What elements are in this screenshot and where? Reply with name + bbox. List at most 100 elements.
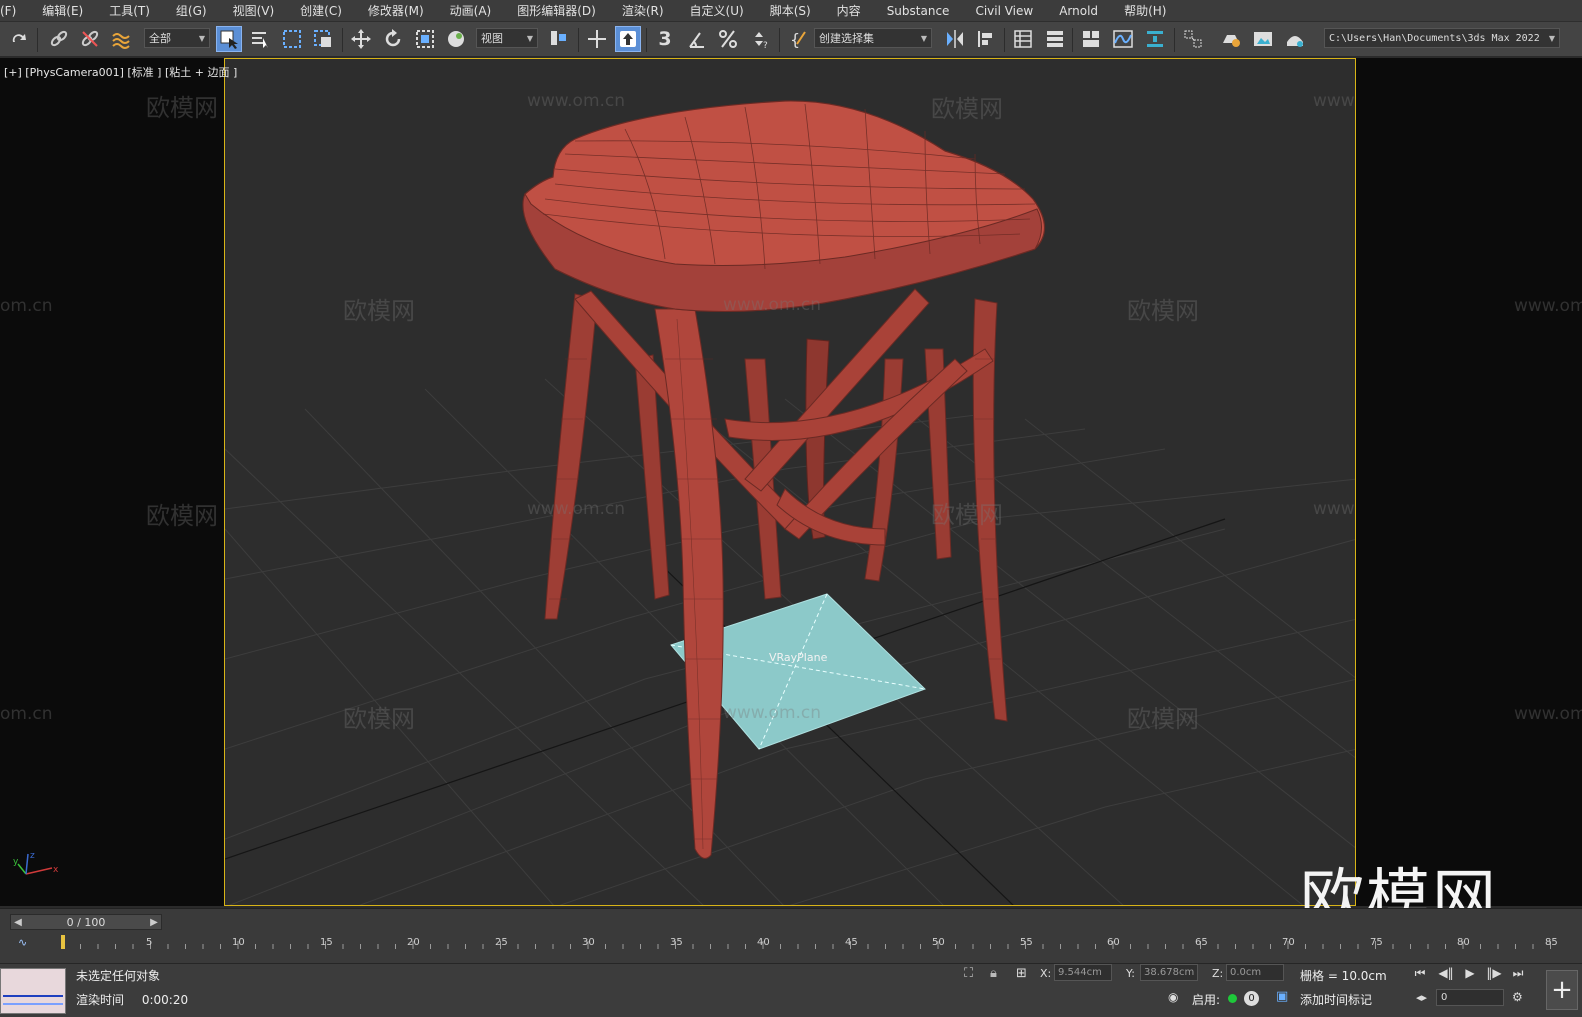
unlink-icon[interactable] xyxy=(77,26,103,52)
x-coordinate-field[interactable]: 9.544cm xyxy=(1054,964,1112,981)
menu-tools[interactable]: 工具(T) xyxy=(96,2,163,19)
window-crossing-icon[interactable] xyxy=(310,26,336,52)
play-icon[interactable]: ▶ xyxy=(1460,964,1480,982)
previous-frame-icon[interactable]: ◀︎︎‖ xyxy=(1436,964,1456,982)
toolbar-separator xyxy=(37,28,38,52)
enable-status-indicator xyxy=(1228,994,1237,1003)
select-object-icon[interactable] xyxy=(216,26,242,52)
main-toolbar: 全部 ▼ 视图 ▼ 3 ? { 创建选择集 ▼ C:\Users\Han\Doc… xyxy=(0,21,1582,57)
time-configuration-icon[interactable]: ⚙ xyxy=(1512,990,1523,1004)
named-selection-dropdown[interactable]: 创建选择集 ▼ xyxy=(814,28,932,48)
menu-create[interactable]: 创建(C) xyxy=(287,2,355,19)
bind-space-warp-icon[interactable] xyxy=(108,26,134,52)
chevron-left-icon[interactable]: ◀ xyxy=(11,917,25,928)
track-bar-ticks xyxy=(62,941,1551,949)
isolate-selection-icon[interactable]: ⛶ xyxy=(964,966,973,981)
tick-label: 20 xyxy=(407,937,420,948)
move-icon[interactable] xyxy=(348,26,374,52)
menu-help[interactable]: 帮助(H) xyxy=(1111,2,1179,19)
menu-arnold[interactable]: Arnold xyxy=(1046,4,1111,18)
tick-label: 55 xyxy=(1020,937,1033,948)
listener-line xyxy=(3,995,63,997)
project-folder-dropdown[interactable]: C:\Users\Han\Documents\3ds Max 2022 ▼ xyxy=(1324,28,1560,48)
go-to-start-icon[interactable]: ⏮ xyxy=(1410,964,1430,982)
menu-civil-view[interactable]: Civil View xyxy=(962,4,1046,18)
status-message: 未选定任何对象 xyxy=(76,969,161,983)
percent-snap-icon[interactable] xyxy=(715,26,741,52)
placement-icon[interactable] xyxy=(443,26,469,52)
enable-count-badge[interactable]: 0 xyxy=(1244,991,1259,1006)
current-frame-field[interactable]: 0 xyxy=(1436,989,1504,1006)
curve-editor-icon[interactable] xyxy=(1110,26,1136,52)
absolute-mode-icon[interactable]: ⊞ xyxy=(1016,966,1027,981)
toolbar-separator xyxy=(1174,28,1175,52)
menu-graph-editors[interactable]: 图形编辑器(D) xyxy=(504,2,609,19)
menu-views[interactable]: 视图(V) xyxy=(220,2,288,19)
time-marker[interactable] xyxy=(61,935,65,949)
link-icon[interactable] xyxy=(46,26,72,52)
chevron-right-icon[interactable]: ▶ xyxy=(147,917,161,928)
redo-icon[interactable] xyxy=(6,26,32,52)
time-slider[interactable]: ◀ 0 / 100 ▶ xyxy=(10,914,162,930)
align-icon[interactable] xyxy=(973,26,999,52)
edit-named-selection-icon[interactable]: { xyxy=(785,26,811,52)
menu-scripting[interactable]: 脚本(S) xyxy=(757,2,824,19)
adaptive-degradation-icon[interactable]: ◉ xyxy=(1168,990,1178,1004)
render-time-label: 渲染时间 xyxy=(76,993,125,1007)
menu-edit[interactable]: 编辑(E) xyxy=(29,2,96,19)
rendered-frame-window-icon[interactable] xyxy=(1250,26,1276,52)
menu-substance[interactable]: Substance xyxy=(874,4,963,18)
render-setup-icon[interactable] xyxy=(1218,26,1244,52)
menu-modifiers[interactable]: 修改器(M) xyxy=(355,2,437,19)
scale-icon[interactable] xyxy=(412,26,438,52)
snaps-toggle-number: 3 xyxy=(658,28,672,50)
render-production-icon[interactable] xyxy=(1282,26,1308,52)
maxscript-mini-listener[interactable] xyxy=(0,968,66,1014)
y-coordinate-field[interactable]: 38.678cm xyxy=(1140,964,1198,981)
tick-label: 30 xyxy=(582,937,595,948)
menu-content[interactable]: 内容 xyxy=(824,2,874,19)
select-manipulate-icon[interactable] xyxy=(584,26,610,52)
left-viewport-shade xyxy=(0,58,224,906)
reference-coord-dropdown[interactable]: 视图 ▼ xyxy=(476,28,538,48)
next-frame-icon[interactable]: ‖▶︎ xyxy=(1484,964,1504,982)
go-to-end-icon[interactable]: ⏭ xyxy=(1508,964,1528,982)
stool-model[interactable] xyxy=(522,100,1046,859)
viewport-label-menu[interactable]: [+] [PhysCamera001] [标准 ] [粘土 + 边面 ] xyxy=(4,64,237,80)
scene-explorer-icon[interactable] xyxy=(1010,26,1036,52)
menu-rendering[interactable]: 渲染(R) xyxy=(609,2,677,19)
chevron-down-icon: ▼ xyxy=(920,33,927,43)
angle-snap-icon[interactable] xyxy=(684,26,710,52)
schematic-view-icon[interactable] xyxy=(1142,26,1168,52)
add-time-tag[interactable]: 添加时间标记 xyxy=(1300,991,1372,1008)
mirror-icon[interactable] xyxy=(942,26,968,52)
rectangular-selection-icon[interactable] xyxy=(279,26,305,52)
menu-group[interactable]: 组(G) xyxy=(163,2,220,19)
selection-filter-dropdown[interactable]: 全部 ▼ xyxy=(144,28,210,48)
spinner-snap-icon[interactable]: ? xyxy=(747,26,773,52)
scene-render xyxy=(225,100,1355,905)
chevron-down-icon: ▼ xyxy=(526,33,533,43)
z-coordinate-field[interactable]: 0.0cm xyxy=(1226,964,1284,981)
keyboard-shortcut-override-icon[interactable] xyxy=(615,26,641,52)
perspective-viewport[interactable]: VRayPlane 欧模网 www.om.cn 欧模网 www.om.cn 欧模… xyxy=(224,58,1356,906)
snaps-toggle-icon[interactable]: 3 xyxy=(652,26,678,52)
rotate-icon[interactable] xyxy=(380,26,406,52)
toolbar-separator xyxy=(342,28,343,52)
listener-line xyxy=(3,1003,63,1005)
svg-text:?: ? xyxy=(763,41,768,50)
menu-animation[interactable]: 动画(A) xyxy=(437,2,505,19)
time-tag-icon[interactable]: ▣ xyxy=(1276,989,1288,1004)
toggle-ribbon-icon[interactable] xyxy=(1078,26,1104,52)
timeline-panel: ◀ 0 / 100 ▶ ∿ 5 10 15 20 25 30 35 40 45 … xyxy=(0,908,1582,963)
select-by-name-icon[interactable] xyxy=(247,26,273,52)
lock-icon[interactable]: 🔒︎ xyxy=(990,966,997,981)
toolbar-separator xyxy=(779,28,780,52)
menu-customize[interactable]: 自定义(U) xyxy=(677,2,757,19)
add-panel-icon[interactable]: + xyxy=(1546,970,1578,1010)
menu-file[interactable]: (F) xyxy=(0,4,29,18)
key-mode-toggle-icon[interactable]: ◂▸ xyxy=(1416,991,1427,1004)
pivot-center-icon[interactable] xyxy=(546,26,572,52)
material-editor-icon[interactable] xyxy=(1180,26,1206,52)
layer-explorer-icon[interactable] xyxy=(1042,26,1068,52)
